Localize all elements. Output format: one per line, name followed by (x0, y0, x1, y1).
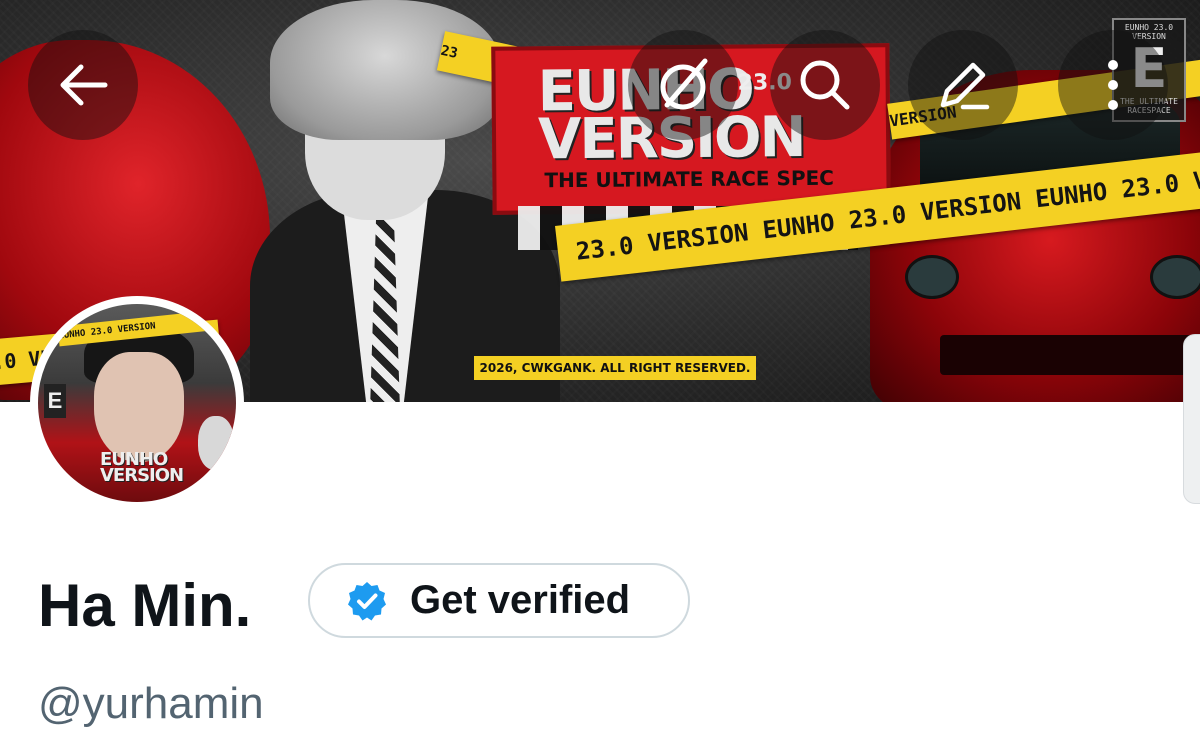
back-button[interactable] (28, 30, 138, 140)
display-name: Ha Min. (38, 572, 252, 639)
edit-button[interactable] (908, 30, 1018, 140)
banner-copyright: 2026, CWKGANK. ALL RIGHT RESERVED. (474, 356, 756, 380)
user-handle: @yurhamin (38, 679, 264, 728)
search-button[interactable] (770, 30, 880, 140)
avatar-side-character (198, 416, 234, 470)
banner-car-headlight (905, 255, 959, 299)
avatar-face (94, 352, 184, 462)
search-icon (800, 60, 850, 110)
grok-icon (660, 58, 708, 110)
banner-car-headlight (1150, 255, 1200, 299)
get-verified-button[interactable]: Get verified (308, 563, 690, 638)
banner-logo-subtitle: THE ULTIMATE RACE SPEC (544, 165, 834, 193)
avatar-image: EUNHO 23.0 VERSION E EUNHO VERSION (38, 304, 236, 502)
pencil-icon (940, 62, 990, 110)
verified-badge-icon (348, 581, 386, 620)
avatar-logo-line2: VERSION (100, 465, 184, 486)
more-options-button[interactable] (1058, 30, 1168, 140)
avatar-logo: EUNHO VERSION (100, 451, 184, 486)
get-verified-label: Get verified (410, 578, 631, 622)
more-vertical-icon (1108, 60, 1118, 110)
edge-panel-handle[interactable] (1183, 334, 1200, 504)
profile-avatar[interactable]: EUNHO 23.0 VERSION E EUNHO VERSION (30, 296, 244, 510)
banner-car-grille (940, 335, 1200, 375)
avatar-badge-letter: E (44, 384, 66, 418)
grok-button[interactable] (628, 30, 738, 140)
arrow-left-icon (60, 64, 108, 106)
